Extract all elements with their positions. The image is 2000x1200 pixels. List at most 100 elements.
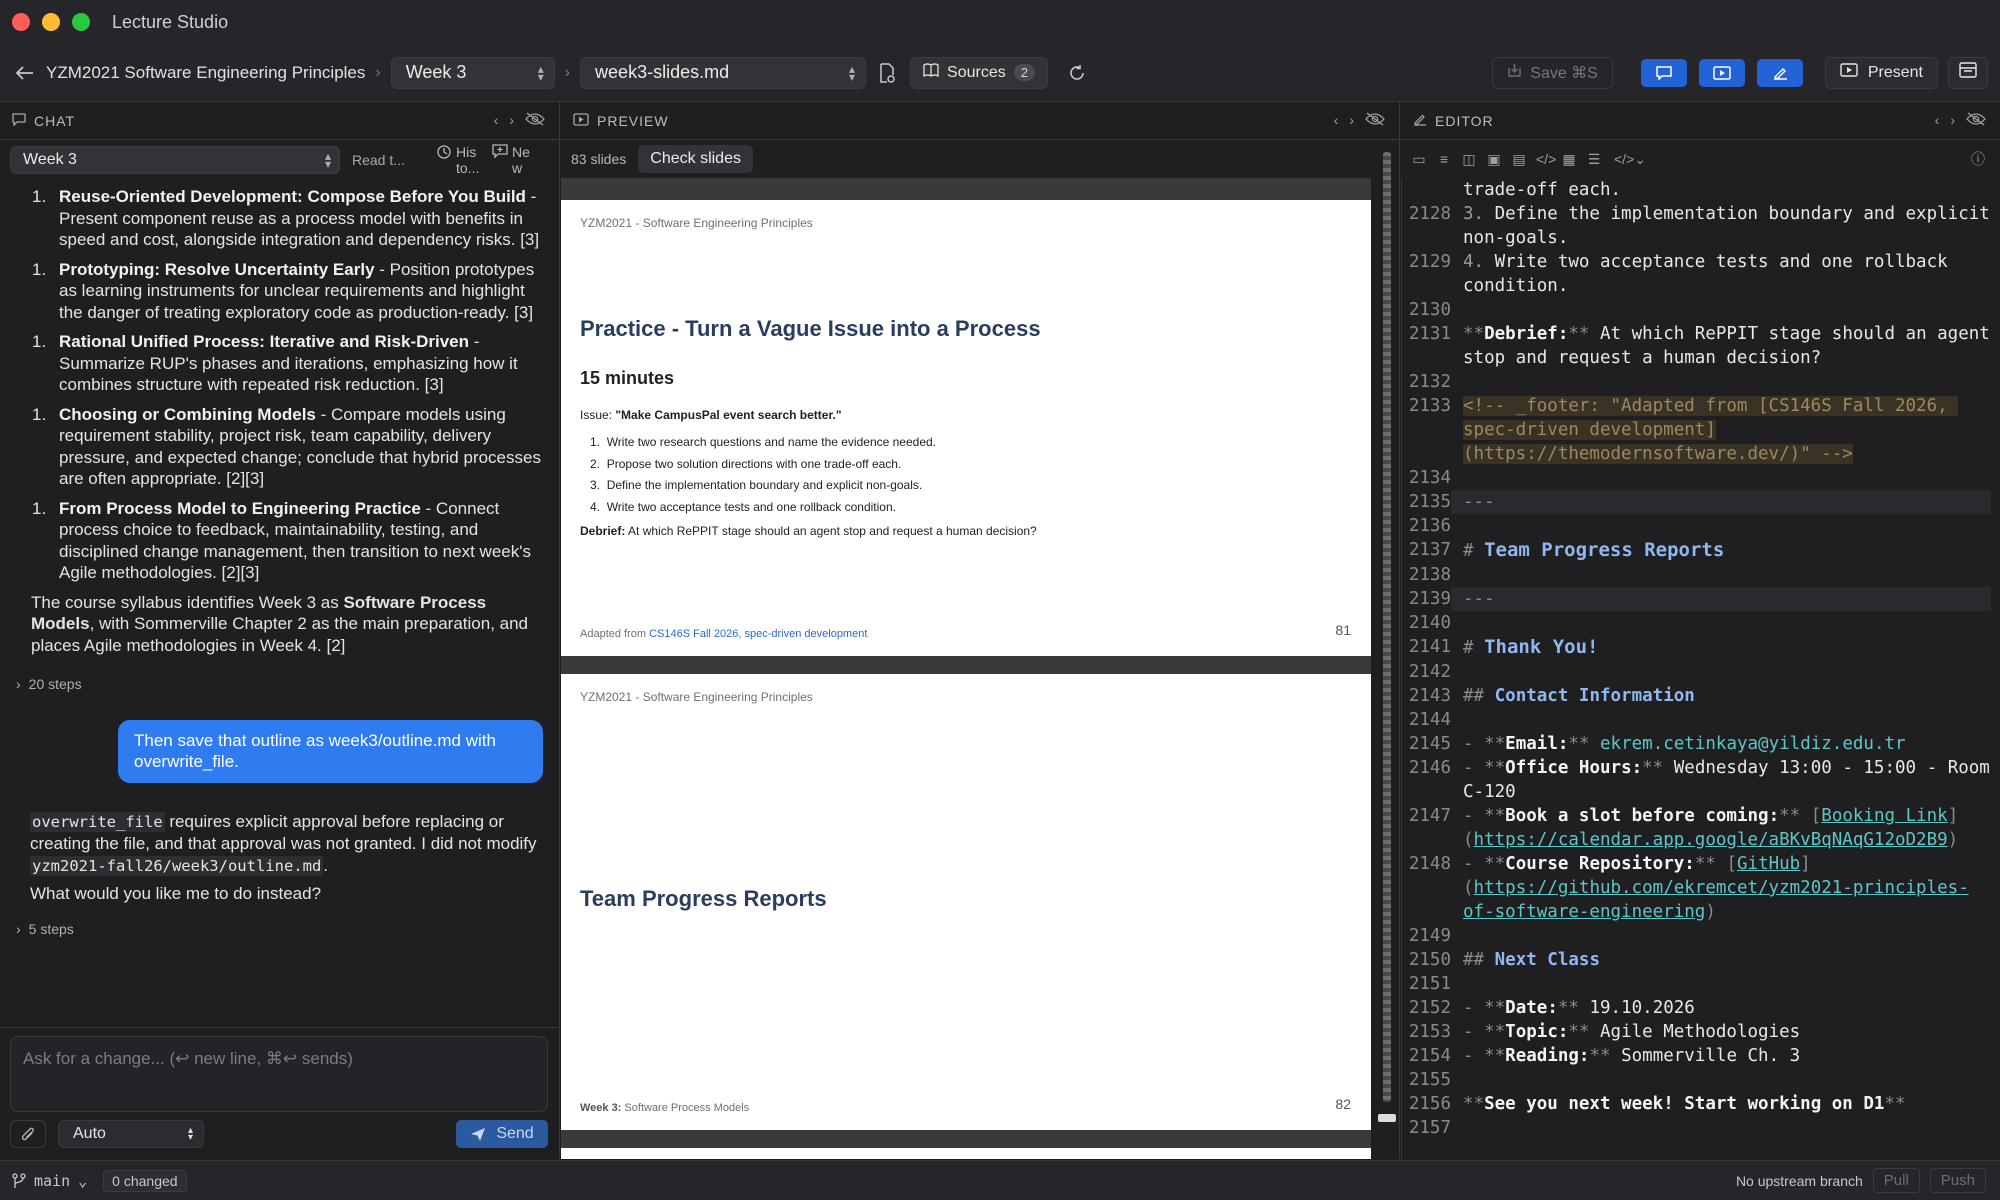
line-number: 2148 [1408, 854, 1451, 874]
push-button[interactable]: Push [1929, 1168, 1986, 1193]
line-content: trade-off each. [1463, 180, 1622, 200]
editor-line[interactable]: 2139 --- [1401, 587, 2000, 611]
assistant-summary: The course syllabus identifies Week 3 as… [31, 592, 529, 655]
line-number: 2151 [1408, 974, 1451, 994]
branch-selector[interactable]: main ⌄ [12, 1172, 87, 1190]
refresh-icon[interactable] [1062, 58, 1092, 88]
editor-line[interactable]: 2134 [1401, 466, 2000, 490]
text-align-icon[interactable]: ≡ [1436, 151, 1452, 167]
list-icon[interactable]: ☰ [1586, 151, 1602, 168]
slide-title: Practice - Turn a Vague Issue into a Pro… [580, 316, 1041, 341]
html-dropdown-icon[interactable]: </>⌄ [1611, 151, 1649, 168]
line-content: **See you next week! Start working on D1… [1463, 1094, 1906, 1114]
check-slides-button[interactable]: Check slides [638, 145, 753, 173]
preview-panel-header: PREVIEW ‹ › [561, 102, 1399, 140]
editor-line[interactable]: 2132 [1401, 370, 2000, 394]
toggle-preview-button[interactable] [1698, 58, 1745, 87]
history-button[interactable]: His to... [436, 144, 484, 176]
editor-format-toolbar: ▭ ≡ ◫ ▣ ▤ </> ▦ ☰ </>⌄ ⓘ [1401, 140, 2000, 178]
toggle-chat-button[interactable] [1640, 58, 1687, 87]
save-button[interactable]: Save ⌘S [1492, 56, 1613, 89]
editor-line[interactable]: 2129 4. Write two acceptance tests and on… [1401, 250, 2000, 298]
steps-toggle[interactable]: › 20 steps [16, 674, 542, 696]
editor-line[interactable]: 2151 [1401, 972, 2000, 996]
editor-line[interactable]: 2152 - **Date:** 19.10.2026 [1401, 996, 2000, 1020]
editor-line[interactable]: 2131 **Debrief:** At which RePPIT stage s… [1401, 322, 2000, 370]
editor-line[interactable]: 2141 # Thank You! [1401, 635, 2000, 660]
attach-button[interactable] [10, 1120, 46, 1148]
editor-line[interactable]: 2138 [1401, 563, 2000, 587]
slide-footer-link[interactable]: CS146S Fall 2026, spec-driven developmen… [649, 628, 867, 640]
scrollbar-thumb[interactable] [1378, 1114, 1396, 1122]
editor-line[interactable]: 2135 --- [1401, 490, 2000, 514]
breadcrumb-course[interactable]: YZM2021 Software Engineering Principles [46, 63, 365, 83]
editor-line[interactable]: 2146 - **Office Hours:** Wednesday 13:00 … [1401, 756, 2000, 804]
chat-input[interactable]: Ask for a change... (↩ new line, ⌘↩ send… [10, 1036, 548, 1112]
editor-line[interactable]: 2143 ## Contact Information [1401, 684, 2000, 708]
help-icon[interactable]: ⓘ [1970, 149, 1986, 169]
editor-line[interactable]: 2150 ## Next Class [1401, 948, 2000, 972]
new-chat-button[interactable]: Ne w [492, 144, 532, 176]
chat-week-select[interactable]: Week 3 ▴ ▾ [10, 146, 340, 174]
slides-viewport[interactable]: YZM2021 - Software Engineering Principle… [561, 178, 1371, 1159]
sources-button[interactable]: Sources 2 [910, 56, 1048, 89]
file-select[interactable]: week3-slides.md ▴ ▾ [580, 56, 867, 89]
editor-line[interactable]: 2154 - **Reading:** Sommerville Ch. 3 [1401, 1044, 2000, 1068]
collapse-right-icon[interactable]: › [1349, 112, 1355, 129]
collapse-right-icon[interactable]: › [1950, 112, 1956, 129]
editor-line[interactable]: 2148 - **Course Repository:** [GitHub](ht… [1401, 852, 2000, 924]
editor-line[interactable]: 2157 [1401, 1116, 2000, 1140]
eye-off-icon[interactable] [525, 112, 545, 129]
callout-icon[interactable]: ▤ [1511, 151, 1527, 168]
zoom-window-button[interactable] [72, 13, 90, 31]
editor-line[interactable]: 2147 - **Book a slot before coming:** [Bo… [1401, 804, 2000, 852]
editor-line[interactable]: 2140 [1401, 611, 2000, 635]
steps-toggle[interactable]: › 5 steps [16, 919, 542, 941]
line-content: - **Reading:** Sommerville Ch. 3 [1463, 1046, 1801, 1066]
slide-scrollbar[interactable] [1383, 152, 1391, 1102]
editor-line[interactable]: 2149 [1401, 924, 2000, 948]
collapse-right-icon[interactable]: › [509, 112, 515, 129]
table-icon[interactable]: ▦ [1561, 151, 1577, 168]
line-number: 2149 [1408, 926, 1451, 946]
present-button[interactable]: Present [1824, 56, 1938, 89]
send-button[interactable]: Send [456, 1120, 548, 1148]
week-select[interactable]: Week 3 ▴ ▾ [390, 56, 555, 89]
editor-line[interactable]: 2145 - **Email:** ekrem.cetinkaya@yildiz.… [1401, 732, 2000, 756]
editor-line[interactable]: 2144 [1401, 708, 2000, 732]
line-number: 2130 [1408, 300, 1451, 320]
pull-button[interactable]: Pull [1872, 1168, 1920, 1193]
layout-button[interactable] [1948, 56, 1988, 89]
line-number: 2140 [1408, 613, 1451, 633]
collapse-left-icon[interactable]: ‹ [494, 112, 500, 129]
collapse-left-icon[interactable]: ‹ [1935, 112, 1941, 129]
editor-line[interactable]: 2133 <!-- _footer: "Adapted from [CS146S … [1401, 394, 2000, 466]
editor-line[interactable]: 2136 [1401, 514, 2000, 538]
code-icon[interactable]: </> [1536, 151, 1556, 167]
editor-line[interactable]: 2137 # Team Progress Reports [1401, 538, 2000, 563]
editor-line[interactable]: trade-off each. [1401, 178, 2000, 202]
editor-line[interactable]: 2156 **See you next week! Start working o… [1401, 1092, 2000, 1116]
model-select[interactable]: Auto ▴ ▾ [58, 1120, 204, 1148]
editor-line[interactable]: 2130 [1401, 298, 2000, 322]
editor-line[interactable]: 2128 3. Define the implementation boundar… [1401, 202, 2000, 250]
close-window-button[interactable] [12, 13, 30, 31]
changed-badge: 0 changed [103, 1169, 187, 1192]
line-content: - **Email:** ekrem.cetinkaya@yildiz.edu.… [1463, 734, 1906, 754]
editor-line[interactable]: 2142 [1401, 660, 2000, 684]
file-link-icon[interactable] [872, 58, 902, 88]
code-editor[interactable]: trade-off each. 2128 3. Define the impleme… [1401, 178, 2000, 1159]
editor-line[interactable]: 2153 - **Topic:** Agile Methodologies [1401, 1020, 2000, 1044]
eye-off-icon[interactable] [1365, 112, 1385, 129]
minimize-window-button[interactable] [42, 13, 60, 31]
back-arrow-icon[interactable] [12, 60, 38, 86]
preview-icon [573, 112, 589, 129]
editor-line[interactable]: 2155 [1401, 1068, 2000, 1092]
slide-layout-icon[interactable]: ▭ [1411, 151, 1427, 168]
image-icon[interactable]: ▣ [1486, 151, 1502, 168]
toggle-editor-button[interactable] [1756, 58, 1803, 87]
columns-icon[interactable]: ◫ [1461, 151, 1477, 168]
read-toggle[interactable]: Read t... [352, 152, 428, 168]
collapse-left-icon[interactable]: ‹ [1334, 112, 1340, 129]
eye-off-icon[interactable] [1966, 112, 1986, 129]
